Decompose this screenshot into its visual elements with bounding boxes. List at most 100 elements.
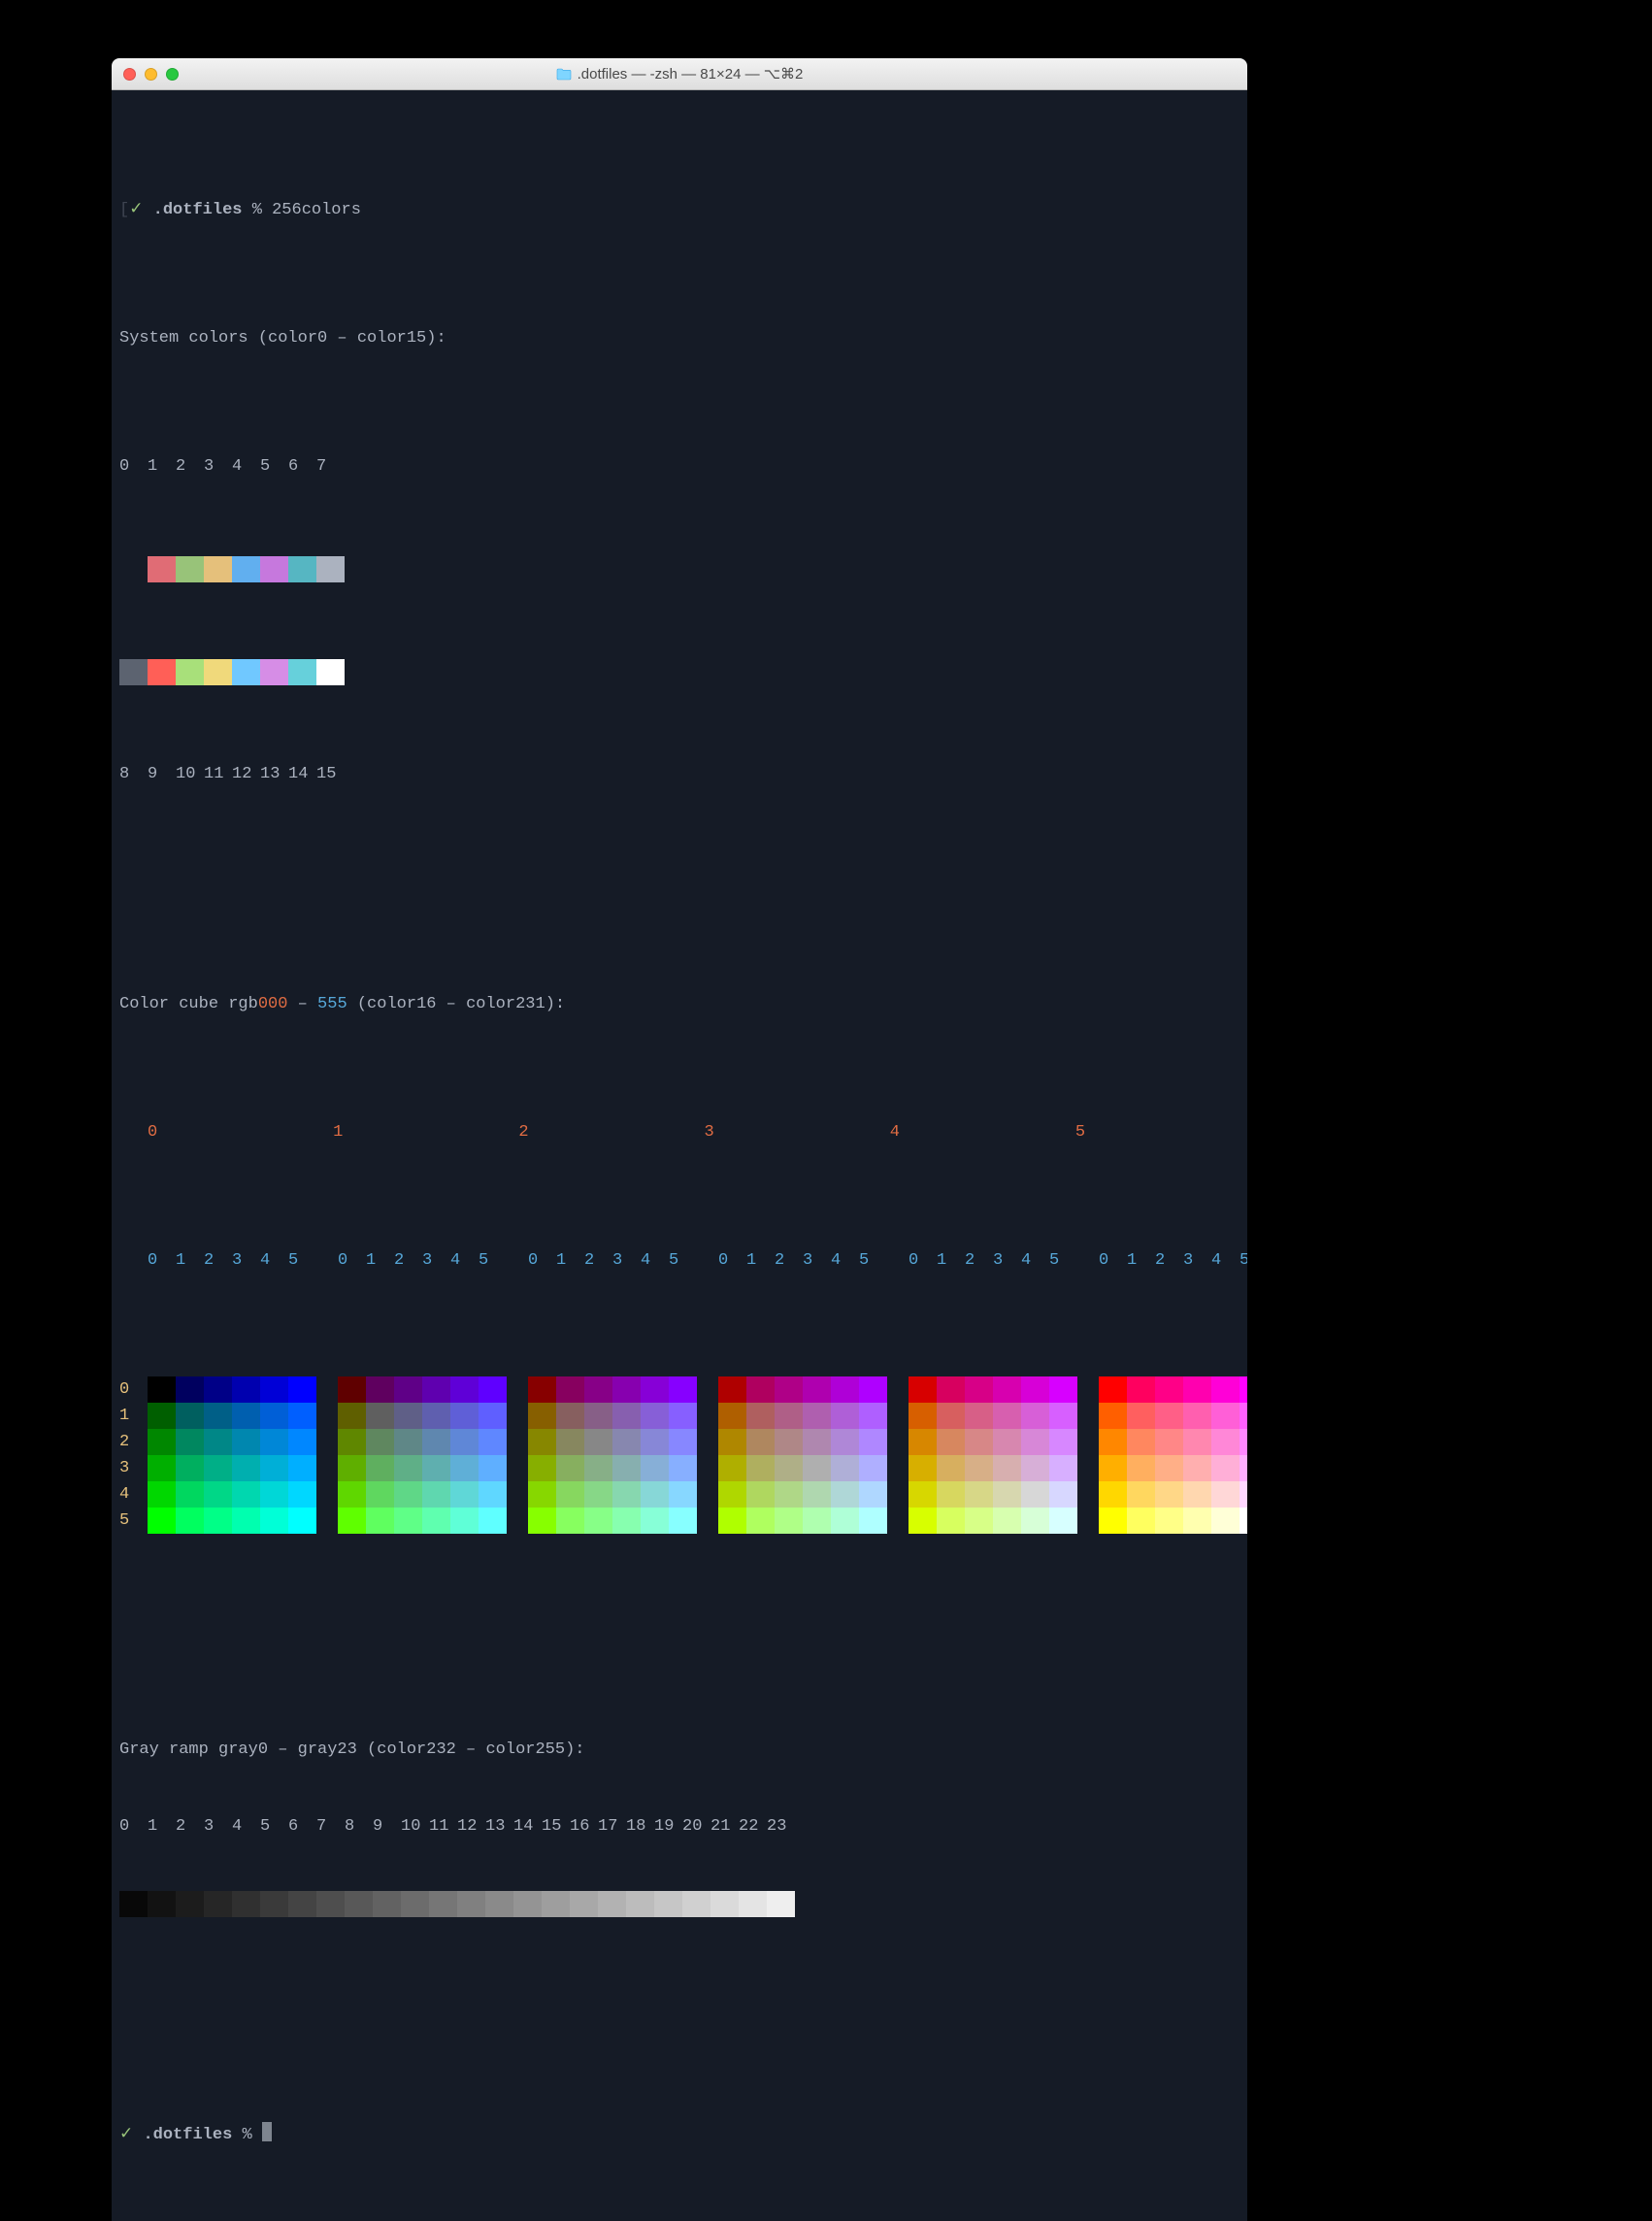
cube-row — [148, 1403, 316, 1429]
cube-row — [338, 1403, 507, 1429]
color-swatch — [1127, 1481, 1155, 1508]
system-label: 11 — [204, 762, 232, 787]
cube-col-header: 3 — [232, 1248, 260, 1274]
color-swatch — [148, 659, 176, 685]
color-swatch — [1155, 1429, 1183, 1455]
terminal-body[interactable]: [✓ .dotfiles % 256colors System colors (… — [112, 90, 1247, 2221]
system-label: 13 — [260, 762, 288, 787]
color-swatch — [422, 1455, 450, 1481]
color-swatch — [1021, 1455, 1049, 1481]
prompt-sep: % — [252, 201, 262, 219]
color-swatch — [1239, 1508, 1247, 1534]
color-swatch — [993, 1429, 1021, 1455]
cube-row — [528, 1481, 697, 1508]
cube-col-header: 1 — [556, 1248, 584, 1274]
cube-row — [528, 1455, 697, 1481]
color-swatch — [1155, 1455, 1183, 1481]
color-swatch — [366, 1481, 394, 1508]
color-swatch — [803, 1508, 831, 1534]
gray-label: 22 — [739, 1814, 767, 1840]
color-swatch — [204, 1429, 232, 1455]
color-swatch — [775, 1403, 803, 1429]
color-swatch — [909, 1429, 937, 1455]
color-swatch — [176, 1508, 204, 1534]
cube-col-header: 5 — [288, 1248, 316, 1274]
color-swatch — [584, 1376, 612, 1403]
system-labels-bottom: 89101112131415 — [119, 762, 1239, 787]
color-swatch — [669, 1508, 697, 1534]
color-swatch — [556, 1376, 584, 1403]
color-swatch — [669, 1455, 697, 1481]
gray-label: 0 — [119, 1814, 148, 1840]
cube-row — [1099, 1508, 1247, 1534]
color-swatch — [176, 1403, 204, 1429]
color-swatch — [556, 1508, 584, 1534]
color-swatch — [232, 1376, 260, 1403]
color-swatch — [204, 1508, 232, 1534]
color-swatch — [1155, 1376, 1183, 1403]
cube-row — [338, 1455, 507, 1481]
cube-panel — [1099, 1376, 1247, 1534]
minimize-icon[interactable] — [145, 68, 157, 81]
color-swatch — [859, 1376, 887, 1403]
window-titlebar[interactable]: .dotfiles — -zsh — 81×24 — ⌥⌘2 — [112, 58, 1247, 90]
cube-col-header: 3 — [803, 1248, 831, 1274]
color-swatch — [767, 1891, 795, 1917]
zoom-icon[interactable] — [166, 68, 179, 81]
color-swatch — [775, 1508, 803, 1534]
cursor — [262, 2122, 272, 2141]
prompt-line: [✓ .dotfiles % 256colors — [119, 198, 1239, 223]
color-swatch — [965, 1508, 993, 1534]
color-swatch — [570, 1891, 598, 1917]
color-swatch — [612, 1481, 641, 1508]
cube-col-header: 4 — [450, 1248, 479, 1274]
color-swatch — [937, 1481, 965, 1508]
color-swatch — [1099, 1455, 1127, 1481]
color-swatch — [450, 1481, 479, 1508]
color-swatch — [176, 556, 204, 582]
system-label: 5 — [260, 454, 288, 480]
color-swatch — [373, 1891, 401, 1917]
color-swatch — [513, 1891, 542, 1917]
color-swatch — [479, 1429, 507, 1455]
gray-label: 14 — [513, 1814, 542, 1840]
system-label: 2 — [176, 454, 204, 480]
system-swatch-row — [119, 659, 1239, 685]
color-swatch — [556, 1481, 584, 1508]
cube-col-header: 1 — [176, 1248, 204, 1274]
color-swatch — [993, 1481, 1021, 1508]
color-swatch — [859, 1508, 887, 1534]
color-swatch — [204, 1891, 232, 1917]
gray-label: 2 — [176, 1814, 204, 1840]
color-swatch — [422, 1403, 450, 1429]
color-swatch — [1049, 1429, 1077, 1455]
color-swatch — [232, 1481, 260, 1508]
cube-row — [148, 1481, 316, 1508]
gray-label: 1 — [148, 1814, 176, 1840]
cube-row — [528, 1403, 697, 1429]
gray-swatch-row — [119, 1891, 1239, 1917]
cube-col-header: 2 — [394, 1248, 422, 1274]
color-swatch — [450, 1403, 479, 1429]
system-header: System colors (color0 – color15): — [119, 326, 1239, 351]
color-swatch — [479, 1376, 507, 1403]
cube-col-header: 4 — [1021, 1248, 1049, 1274]
cube-panel-header: 5 — [1075, 1120, 1239, 1145]
color-swatch — [204, 1455, 232, 1481]
color-swatch — [803, 1376, 831, 1403]
color-swatch — [366, 1455, 394, 1481]
color-swatch — [937, 1455, 965, 1481]
cube-col-header: 0 — [148, 1248, 176, 1274]
color-swatch — [909, 1481, 937, 1508]
system-label: 1 — [148, 454, 176, 480]
color-swatch — [288, 1481, 316, 1508]
color-swatch — [993, 1455, 1021, 1481]
color-swatch — [450, 1376, 479, 1403]
cube-row — [718, 1481, 887, 1508]
color-swatch — [338, 1481, 366, 1508]
cube-row — [718, 1455, 887, 1481]
color-swatch — [450, 1455, 479, 1481]
close-icon[interactable] — [123, 68, 136, 81]
color-swatch — [450, 1429, 479, 1455]
gray-label: 12 — [457, 1814, 485, 1840]
